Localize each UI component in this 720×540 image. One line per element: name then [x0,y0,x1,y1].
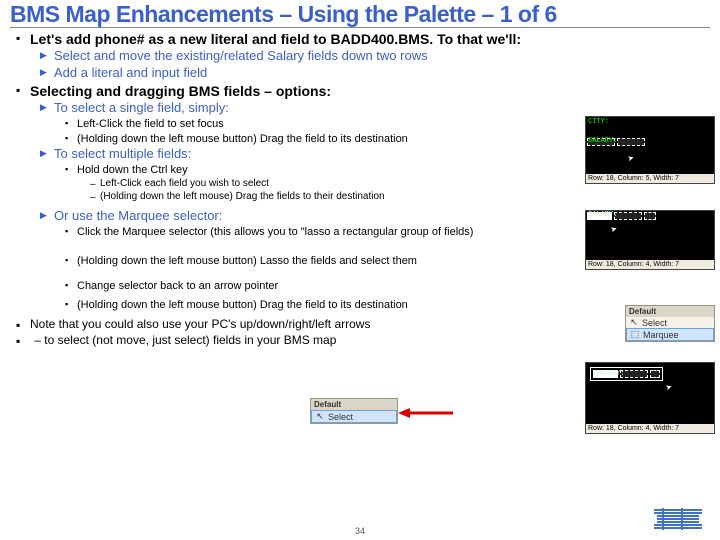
cursor-icon: ➤ [626,151,637,166]
palette-marquee: Default ↖Select ⬚Marquee [625,305,715,342]
marquee-icon: ⬚ [630,329,640,340]
ibm-logo [654,508,702,530]
bullet-intro-step-b: Add a literal and input field [40,65,710,82]
red-arrow-icon [398,405,458,421]
page-number: 34 [0,526,720,536]
palette-select: Default ↖Select [310,398,398,424]
screenshot-multi-select: SALARY: ➤ Row: 18, Column: 4, Width: 7 [585,210,715,270]
slide-title: BMS Map Enhancements – Using the Palette… [10,0,710,28]
screenshot-single-select: CITY: SALARY: ➤ Row: 18, Column: 5, Widt… [585,116,715,184]
select-icon: ↖ [629,317,639,328]
footnote-2: ▪– to select (not move, just select) fie… [16,333,710,349]
bullet-multi-a2: (Holding down the left mouse) Drag the f… [90,190,710,203]
bullet-single: To select a single field, simply: [40,100,710,117]
bullet-marquee-d: (Holding down the left mouse button) Dra… [65,298,710,312]
bullet-intro-step-a: Select and move the existing/related Sal… [40,48,710,65]
bullet-marquee-c: Change selector back to an arrow pointer [65,279,710,293]
bullet-selecting: Selecting and dragging BMS fields – opti… [16,82,710,100]
footnote-1: Note that you could also use your PC's u… [16,317,710,333]
select-icon: ↖ [315,411,325,422]
screenshot-lasso: SALARY: ➤ Row: 18, Column: 4, Width: 7 [585,362,715,434]
bullet-intro: Let's add phone# as a new literal and fi… [16,30,710,48]
content-list: Let's add phone# as a new literal and fi… [10,30,710,348]
